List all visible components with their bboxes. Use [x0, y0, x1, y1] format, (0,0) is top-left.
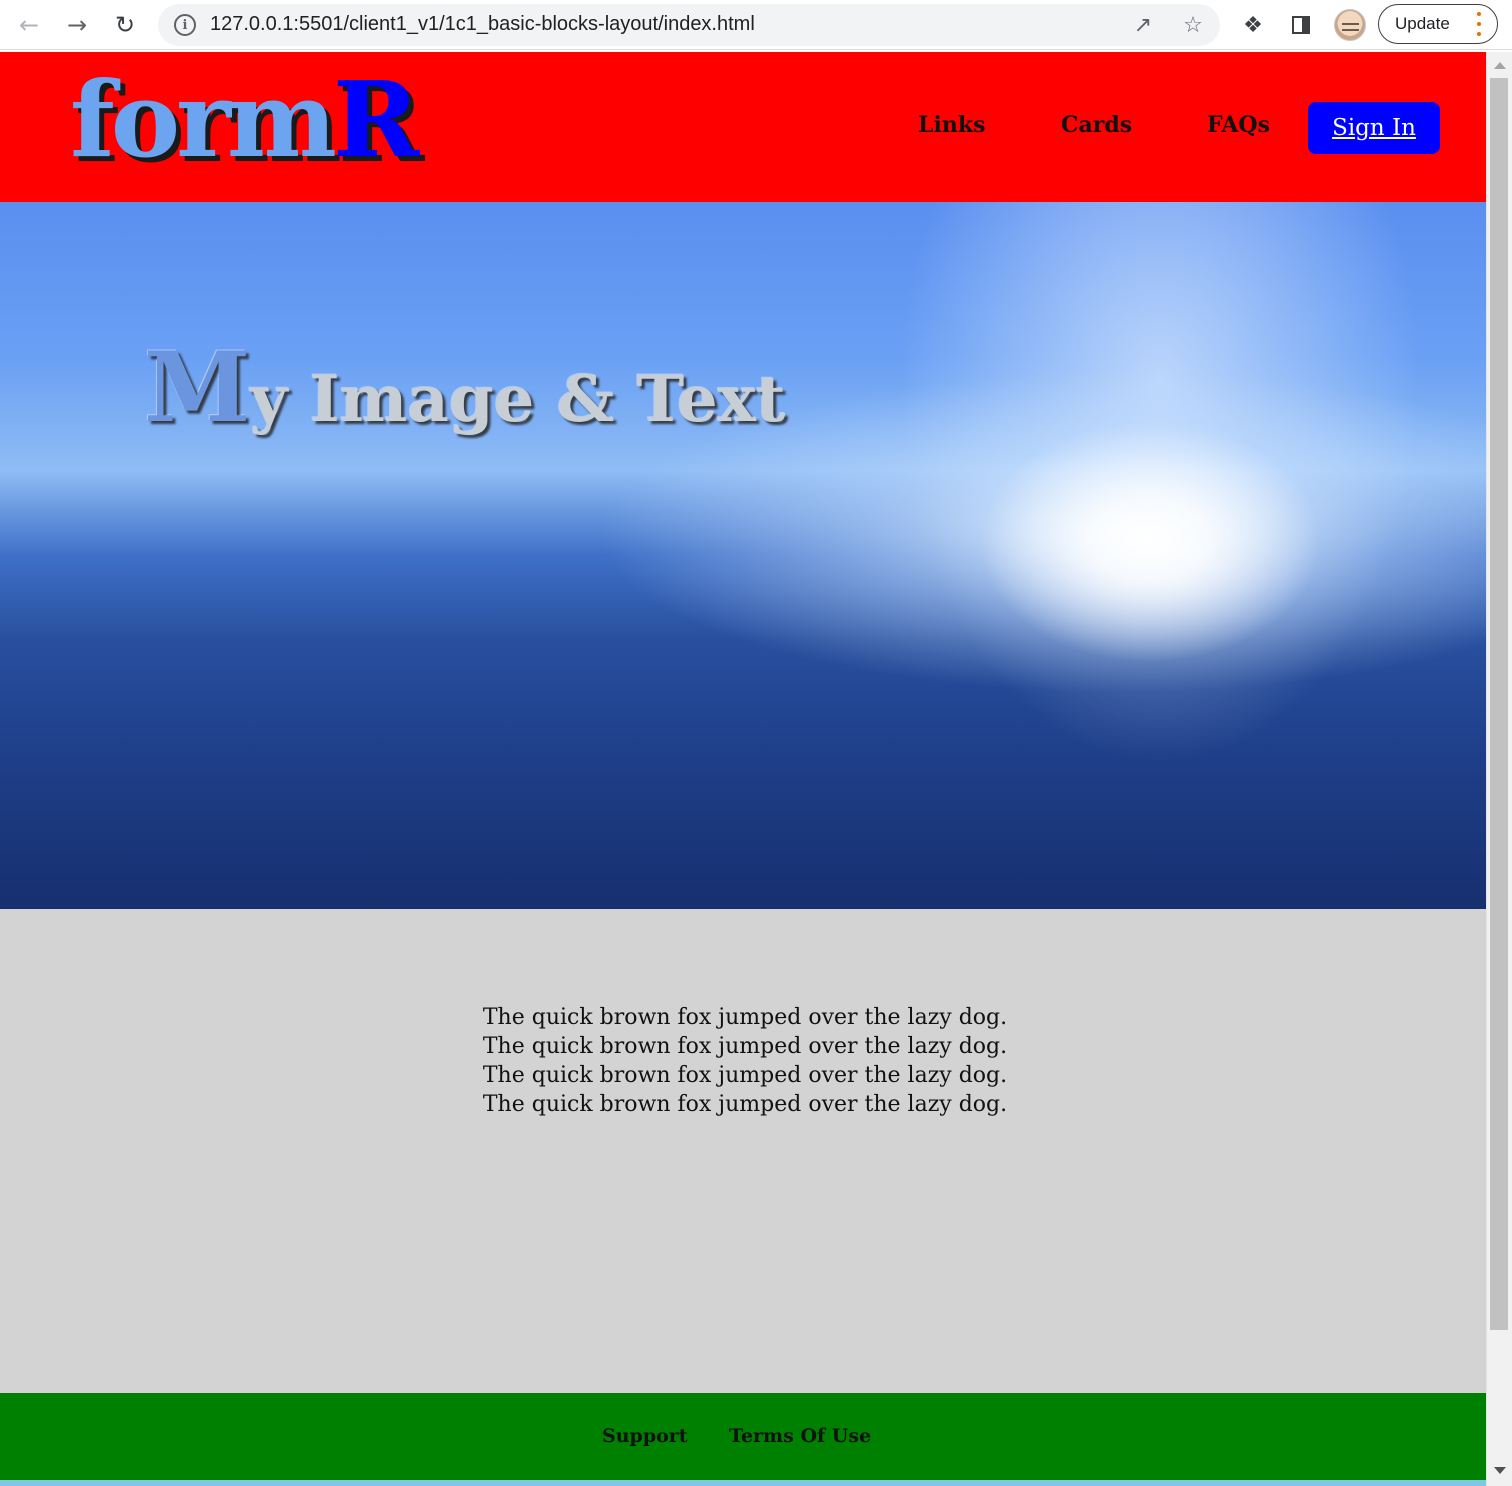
site-header: formR Links Cards FAQs Sign In [0, 52, 1486, 202]
hero-title-rest: y Image & Text [250, 362, 786, 437]
share-icon[interactable]: ↗ [1128, 10, 1158, 40]
address-bar[interactable]: i 127.0.0.1:5501/client1_v1/1c1_basic-bl… [158, 4, 1220, 46]
info-icon[interactable]: i [174, 14, 196, 36]
footer-link-terms[interactable]: Terms Of Use [729, 1425, 871, 1447]
site-footer: Support Terms Of Use [0, 1393, 1486, 1480]
nav-link-links[interactable]: Links [918, 112, 985, 138]
hero-title: My Image & Text [144, 340, 785, 436]
scrollbar-thumb[interactable] [1490, 78, 1508, 1330]
content-line: The quick brown fox jumped over the lazy… [482, 1005, 1008, 1030]
avatar[interactable] [1334, 9, 1366, 41]
logo-part-r: R [332, 58, 419, 181]
content-line: The quick brown fox jumped over the lazy… [482, 1092, 1008, 1117]
hero-title-initial: M [144, 331, 251, 444]
arrow-right-icon[interactable]: → [60, 8, 94, 42]
nav-link-faqs[interactable]: FAQs [1207, 112, 1270, 138]
content-text-block: The quick brown fox jumped over the lazy… [0, 1003, 1486, 1119]
scroll-down-arrow-icon[interactable] [1494, 1467, 1506, 1474]
nav-link-cards[interactable]: Cards [1061, 112, 1132, 138]
kebab-menu-icon[interactable] [1475, 12, 1483, 36]
browser-toolbar: ← → ↻ i 127.0.0.1:5501/client1_v1/1c1_ba… [0, 0, 1512, 50]
window-bottom-edge [0, 1480, 1486, 1486]
update-label: Update [1395, 14, 1450, 33]
arrow-left-icon[interactable]: ← [12, 8, 46, 42]
content-line: The quick brown fox jumped over the lazy… [482, 1034, 1008, 1059]
url-text[interactable]: 127.0.0.1:5501/client1_v1/1c1_basic-bloc… [210, 13, 755, 36]
vertical-scrollbar[interactable] [1486, 52, 1512, 1486]
sign-in-button[interactable]: Sign In [1308, 102, 1440, 154]
puzzle-icon[interactable]: ❖ [1236, 8, 1270, 42]
main-content: The quick brown fox jumped over the lazy… [0, 909, 1486, 1393]
side-panel-icon[interactable] [1284, 8, 1318, 42]
page-viewport: formR Links Cards FAQs Sign In My Image … [0, 52, 1486, 1480]
site-logo[interactable]: formR [70, 68, 419, 172]
update-button[interactable]: Update [1378, 4, 1498, 44]
logo-part-form: form [70, 58, 337, 181]
star-icon[interactable]: ☆ [1178, 10, 1208, 40]
scroll-up-arrow-icon[interactable] [1494, 62, 1506, 69]
hero-banner: My Image & Text [0, 202, 1486, 909]
reload-icon[interactable]: ↻ [108, 8, 142, 42]
content-line: The quick brown fox jumped over the lazy… [482, 1063, 1008, 1088]
footer-link-support[interactable]: Support [602, 1425, 688, 1447]
